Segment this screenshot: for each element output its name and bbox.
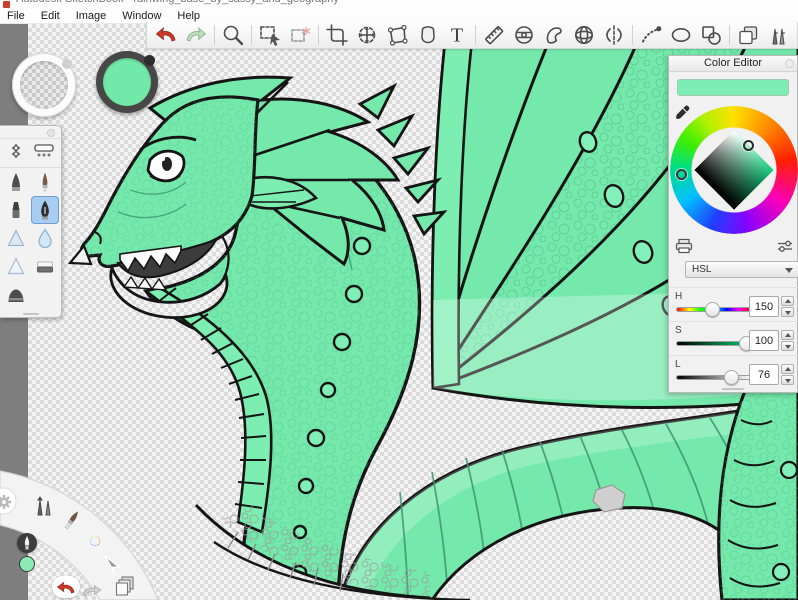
brush-palette-knob-icon[interactable] [47, 129, 55, 137]
lagoon [0, 460, 180, 600]
hue-slider-row: H 150 [669, 287, 798, 321]
lightness-slider[interactable] [676, 375, 752, 380]
zoom-tool-icon[interactable] [218, 23, 248, 47]
brush-eraser[interactable] [31, 252, 59, 280]
saturation-slider-row: S 100 [669, 321, 798, 355]
brush-paintbrush[interactable] [31, 168, 59, 196]
color-wheel[interactable] [670, 106, 798, 234]
hue-selector[interactable] [676, 169, 687, 180]
ellipse-guide-icon[interactable] [509, 23, 539, 47]
color-settings-icon[interactable] [777, 239, 793, 256]
lagoon-color-icon[interactable] [83, 529, 107, 553]
brush-settings-icon[interactable] [6, 142, 26, 165]
lagoon-redo-icon[interactable] [80, 578, 104, 600]
brush-broad-marker[interactable] [2, 280, 30, 308]
brush-library-icon[interactable] [763, 23, 793, 47]
saturation-value-input[interactable]: 100 [749, 330, 779, 351]
hue-slider[interactable] [676, 307, 752, 312]
deselect-icon[interactable] [285, 23, 315, 47]
crop-icon[interactable] [322, 23, 352, 47]
brush-airbrush[interactable] [2, 252, 30, 280]
menu-file[interactable]: File [0, 10, 33, 22]
strip-brush-chip[interactable] [17, 533, 37, 553]
brush-waterdrop[interactable] [31, 224, 59, 252]
lagoon-paintbrush-icon[interactable] [60, 508, 84, 532]
title-bar: Autodesk SketchBook - rainwing_base_by_s… [0, 0, 798, 8]
color-editor-grip[interactable] [722, 388, 744, 390]
lagoon-undo-icon[interactable] [52, 576, 80, 598]
palette-icon[interactable] [675, 238, 693, 257]
symmetry-icon[interactable] [599, 23, 629, 47]
lightness-slider-handle[interactable] [724, 370, 739, 385]
brush-pencil[interactable] [2, 168, 30, 196]
svg-text:T: T [451, 25, 463, 47]
strip-color-chip[interactable] [19, 556, 35, 572]
brush-palette-header[interactable] [0, 126, 61, 139]
color-editor-title[interactable]: Color Editor [669, 56, 797, 72]
saturation-label: S [675, 325, 682, 336]
redo-icon[interactable] [181, 23, 211, 47]
text-tool-icon[interactable]: T [442, 23, 472, 47]
saturation-slider[interactable] [676, 341, 752, 346]
transform-icon[interactable] [352, 23, 382, 47]
app-icon [3, 1, 10, 8]
color-puck[interactable] [96, 51, 158, 113]
menu-image[interactable]: Image [68, 10, 115, 22]
fill-icon[interactable] [412, 23, 442, 47]
lagoon-brush-library-icon[interactable] [31, 494, 55, 518]
app-window: Autodesk SketchBook - rainwing_base_by_s… [0, 0, 798, 600]
distort-icon[interactable] [382, 23, 412, 47]
color-editor-knob-icon[interactable] [785, 59, 794, 68]
sv-selector[interactable] [743, 140, 754, 151]
lagoon-settings-icon[interactable] [0, 490, 16, 514]
brush-puck-pin [62, 59, 72, 69]
color-editor-panel: Color Editor HSL H 150 S 100 [668, 55, 798, 393]
menu-window[interactable]: Window [114, 10, 169, 22]
lagoon-layers-icon[interactable] [113, 573, 137, 597]
hue-value-input[interactable]: 150 [749, 296, 779, 317]
steady-stroke-icon[interactable] [636, 23, 666, 47]
brush-set-icon[interactable] [33, 142, 55, 165]
ellipse-shape-icon[interactable] [666, 23, 696, 47]
lightness-spinner[interactable] [781, 364, 794, 385]
color-mode-dropdown[interactable]: HSL [685, 261, 798, 278]
hue-label: H [675, 291, 682, 302]
french-curve-icon[interactable] [539, 23, 569, 47]
perspective-icon[interactable] [569, 23, 599, 47]
color-puck-swatch [103, 58, 151, 106]
brush-puck-preview [20, 61, 68, 109]
toolbar: T [146, 22, 798, 49]
menu-help[interactable]: Help [169, 10, 208, 22]
color-editor-icon[interactable] [793, 23, 798, 47]
brush-chisel[interactable] [2, 224, 30, 252]
menu-edit[interactable]: Edit [33, 10, 68, 22]
brush-puck[interactable] [12, 53, 76, 117]
saturation-spinner[interactable] [781, 330, 794, 351]
brush-palette-grip[interactable] [23, 313, 39, 315]
selection-icon[interactable] [255, 23, 285, 47]
brush-ink-pen[interactable] [31, 196, 59, 224]
layer-editor-icon[interactable] [733, 23, 763, 47]
current-color-swatch [677, 79, 789, 96]
color-puck-pin [144, 55, 155, 66]
shapes-icon[interactable] [696, 23, 726, 47]
undo-icon[interactable] [151, 23, 181, 47]
hue-spinner[interactable] [781, 296, 794, 317]
brush-marker[interactable] [2, 196, 30, 224]
dropdown-caret-icon [785, 268, 793, 273]
ruler-icon[interactable] [479, 23, 509, 47]
lightness-value-input[interactable]: 76 [749, 364, 779, 385]
lightness-label: L [675, 359, 681, 370]
brush-palette [0, 125, 62, 318]
window-title: Autodesk SketchBook - rainwing_base_by_s… [16, 0, 339, 5]
hue-slider-handle[interactable] [705, 302, 720, 317]
lightness-slider-row: L 76 [669, 355, 798, 389]
